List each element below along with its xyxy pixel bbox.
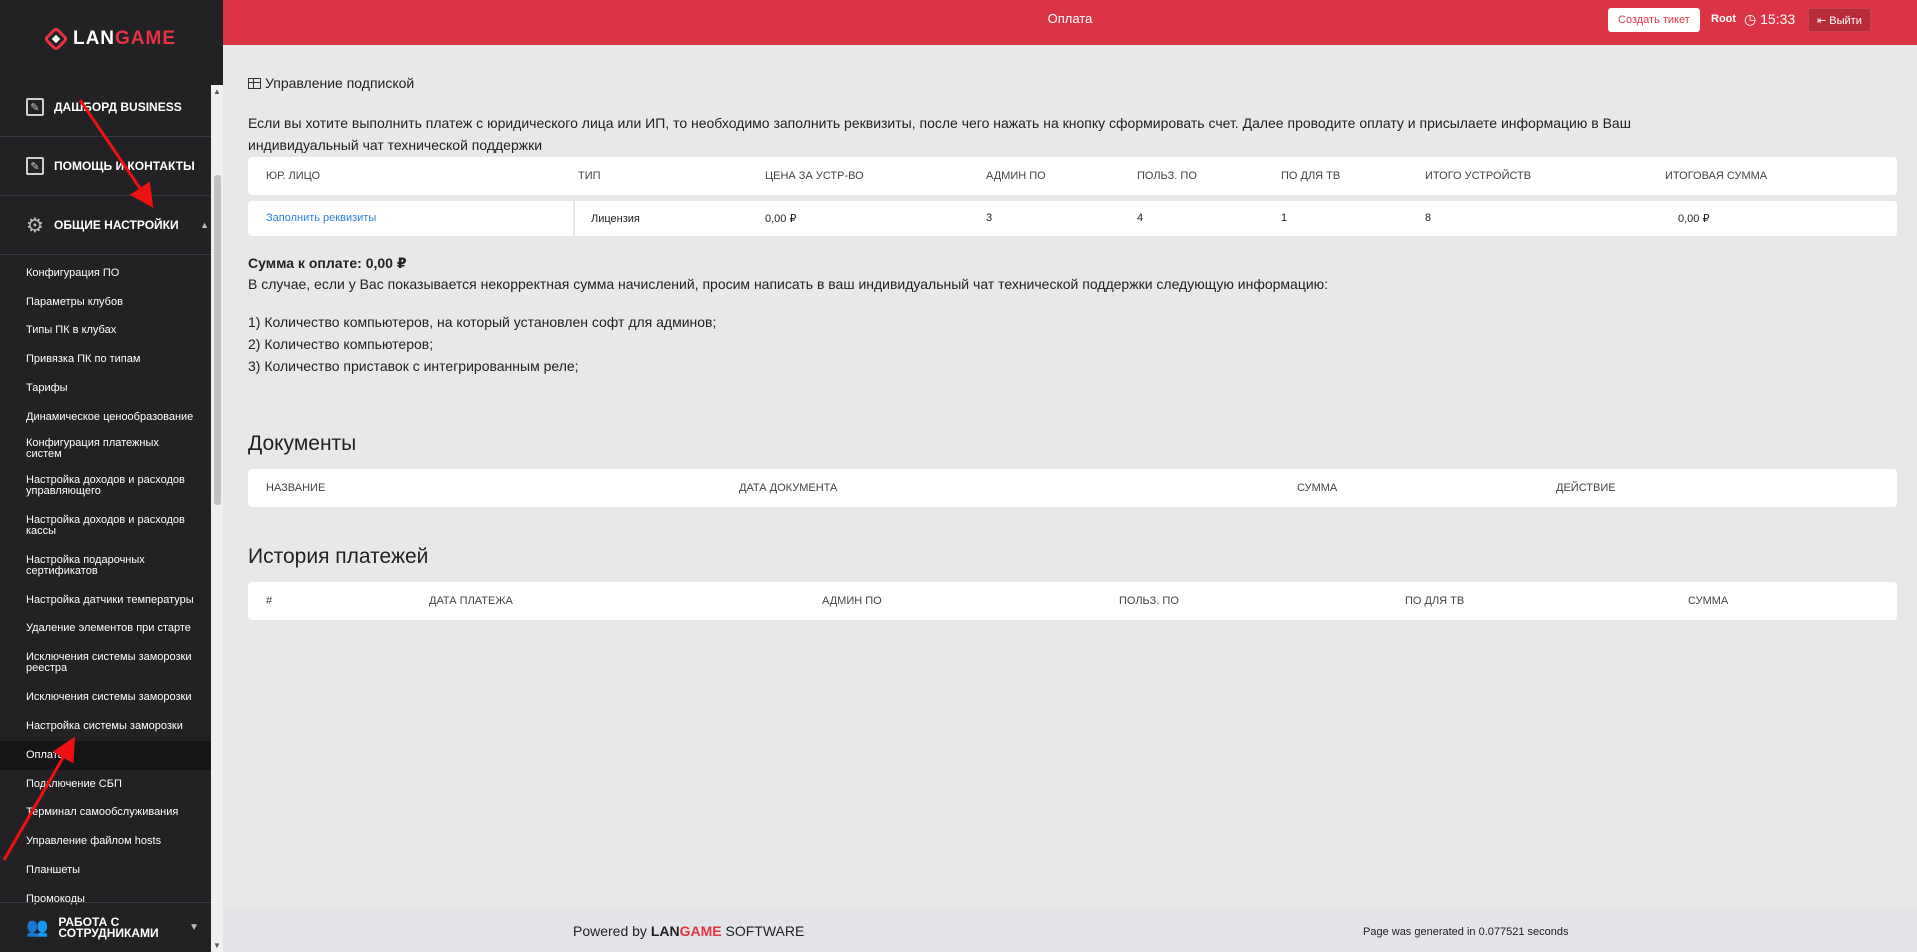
total-sum-cell: 0,00 ₽ [1678, 213, 1710, 225]
sidebar-item[interactable]: Настройка датчики температуры [0, 586, 223, 615]
caret-up-icon: ▲ [200, 220, 209, 230]
type-cell: Лицензия [591, 213, 640, 225]
sidebar-section-dashboard[interactable]: ✎ ДАШБОРД BUSINESS [0, 78, 223, 137]
tv-cell: 1 [1281, 212, 1288, 224]
logout-button[interactable]: ⇤ Выйти [1808, 8, 1871, 32]
info-list: 1) Количество компьютеров, на который ус… [248, 311, 716, 377]
edit-icon: ✎ [26, 157, 44, 175]
sidebar-item[interactable]: Удаление элементов при старте [0, 615, 223, 644]
scroll-up-icon[interactable]: ▲ [213, 87, 221, 96]
caret-down-icon: ▼ [189, 922, 199, 933]
sidebar-section-label: ОБЩИЕ НАСТРОЙКИ [54, 218, 179, 232]
clock-time: 15:33 [1760, 11, 1796, 27]
column-header: НАЗВАНИЕ [266, 482, 326, 494]
column-header: СУММА [1297, 482, 1338, 494]
sidebar-item-payment[interactable]: Оплата [0, 740, 223, 770]
admin-cell: 3 [986, 212, 993, 224]
column-header: ИТОГОВАЯ СУММА [1665, 170, 1768, 182]
column-header: ПО ДЛЯ ТВ [1281, 170, 1341, 182]
generation-time: Page was generated in 0.077521 seconds [1363, 926, 1569, 938]
sidebar-item[interactable]: Управление файлом hosts [0, 827, 223, 856]
sidebar-section-label: ДАШБОРД BUSINESS [54, 100, 182, 114]
sidebar-item[interactable]: Параметры клубов [0, 288, 223, 317]
sidebar-item[interactable]: Исключения системы заморозки реестра [0, 643, 223, 683]
clock-icon: ◷ [1744, 11, 1757, 27]
sidebar-item[interactable]: Подключение СБП [0, 770, 223, 799]
logo-text-game: GAME [115, 28, 177, 49]
sidebar-item[interactable]: Исключения системы заморозки [0, 683, 223, 712]
gear-icon: ⚙ [26, 214, 44, 237]
subscription-intro: Если вы хотите выполнить платеж с юридич… [248, 115, 1631, 153]
column-header: ЦЕНА ЗА УСТР-ВО [765, 170, 864, 182]
footer-brand-lan: LAN [650, 923, 680, 939]
list-item: 1) Количество компьютеров, на который ус… [248, 314, 717, 330]
column-header: # [266, 595, 273, 607]
column-header: ПОЛЬЗ. ПО [1137, 170, 1197, 182]
sidebar-item[interactable]: Настройка доходов и расходов кассы [0, 506, 223, 546]
footer: Powered by LANGAME SOFTWARE Page was gen… [223, 909, 1917, 952]
sum-to-pay: Сумма к оплате: 0,00 ₽ [248, 255, 407, 271]
sidebar: LANGAME ✎ ДАШБОРД BUSINESS ✎ ПОМОЩЬ И КО… [0, 0, 223, 952]
column-header: ИТОГО УСТРОЙСТВ [1425, 170, 1532, 182]
sidebar-scrollbar[interactable]: ▲ ▼ [211, 85, 223, 952]
column-header: ТИП [578, 170, 601, 182]
sidebar-item[interactable]: Настройка подарочных сертификатов [0, 546, 223, 586]
logout-icon: ⇤ [1817, 14, 1827, 27]
sidebar-item[interactable]: Конфигурация платежных систем [0, 432, 223, 466]
logo-icon [43, 26, 69, 52]
users-icon: 👥 [26, 917, 49, 937]
username: Root [1711, 13, 1737, 25]
sidebar-section-general-settings[interactable]: ⚙ ОБЩИЕ НАСТРОЙКИ ▲ [0, 196, 223, 255]
fill-requisites-link[interactable]: Заполнить реквизиты [266, 212, 376, 224]
sidebar-item[interactable]: Динамическое ценообразование [0, 403, 223, 432]
sidebar-item[interactable]: Конфигурация ПО [0, 259, 223, 288]
powered-by: Powered by LANGAME SOFTWARE [573, 923, 805, 939]
column-header: ДЕЙСТВИЕ [1556, 482, 1616, 494]
sidebar-item[interactable]: Типы ПК в клубах [0, 317, 223, 346]
subscription-table-header: ЮР. ЛИЦО ТИП ЦЕНА ЗА УСТР-ВО АДМИН ПО ПО… [248, 157, 1897, 195]
scroll-down-icon[interactable]: ▼ [213, 941, 221, 950]
column-header: ПОЛЬЗ. ПО [1119, 595, 1179, 607]
column-header: ДАТА ПЛАТЕЖА [429, 595, 513, 607]
top-bar: Оплата Создать тикет Root ◷ 15:33 ⇤ Выйт… [223, 0, 1917, 45]
logo[interactable]: LANGAME [0, 0, 223, 78]
column-header: ДАТА ДОКУМЕНТА [739, 482, 838, 494]
sidebar-section-staff[interactable]: 👥 РАБОТА С СОТРУДНИКАМИ ▼ [0, 902, 211, 952]
table-row: Заполнить реквизиты Лицензия 0,00 ₽ 3 4 … [248, 201, 1897, 236]
price-cell: 0,00 ₽ [765, 213, 797, 225]
list-item: 3) Количество приставок с интегрированны… [248, 358, 579, 374]
clock: ◷ 15:33 [1744, 11, 1795, 28]
sidebar-item[interactable]: Планшеты [0, 856, 223, 885]
documents-heading: Документы [248, 432, 357, 455]
table-icon [248, 77, 261, 89]
logo-text-lan: LAN [72, 28, 116, 49]
sidebar-section-label: РАБОТА С СОТРУДНИКАМИ [58, 914, 159, 940]
sidebar-item[interactable]: Привязка ПК по типам [0, 345, 223, 374]
sidebar-item[interactable]: Настройка доходов и расходов управляющег… [0, 466, 223, 506]
settings-submenu: Конфигурация ПО Параметры клубов Типы ПК… [0, 255, 223, 914]
subscription-title: Управление подпиской [248, 75, 414, 91]
payments-heading: История платежей [248, 545, 429, 568]
total-devices-cell: 8 [1425, 212, 1432, 224]
footer-brand-game: GAME [679, 923, 722, 939]
create-ticket-button[interactable]: Создать тикет [1608, 8, 1700, 32]
user-cell: 4 [1137, 212, 1144, 224]
column-header: ЮР. ЛИЦО [266, 170, 321, 182]
sidebar-item[interactable]: Терминал самообслуживания [0, 799, 223, 828]
sidebar-section-label: ПОМОЩЬ И КОНТАКТЫ [54, 159, 195, 173]
cell-divider [573, 201, 575, 236]
column-header: АДМИН ПО [822, 595, 882, 607]
sidebar-item[interactable]: Настройка системы заморозки [0, 712, 223, 741]
scrollbar-thumb[interactable] [214, 175, 221, 505]
column-header: СУММА [1688, 595, 1729, 607]
support-note: В случае, если у Вас показывается некорр… [248, 276, 1329, 292]
column-header: АДМИН ПО [986, 170, 1046, 182]
payments-table-header: # ДАТА ПЛАТЕЖА АДМИН ПО ПОЛЬЗ. ПО ПО ДЛЯ… [248, 582, 1897, 620]
documents-table-header: НАЗВАНИЕ ДАТА ДОКУМЕНТА СУММА ДЕЙСТВИЕ [248, 469, 1897, 507]
list-item: 2) Количество компьютеров; [248, 336, 434, 352]
column-header: ПО ДЛЯ ТВ [1405, 595, 1465, 607]
sidebar-section-help[interactable]: ✎ ПОМОЩЬ И КОНТАКТЫ [0, 137, 223, 196]
edit-icon: ✎ [26, 98, 44, 116]
sidebar-item[interactable]: Тарифы [0, 374, 223, 403]
